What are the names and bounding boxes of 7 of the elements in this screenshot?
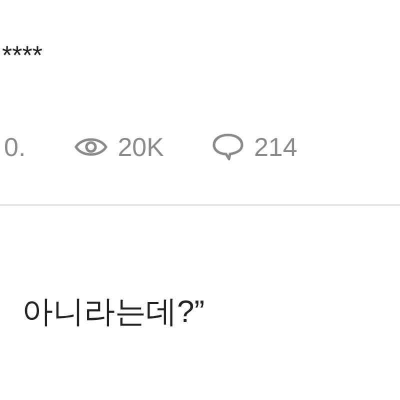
eye-icon <box>74 135 108 159</box>
speech-bubble-icon <box>212 133 244 161</box>
comment-count: 214 <box>254 130 298 164</box>
post-title: **** <box>1 40 44 70</box>
view-count: 20K <box>118 130 164 164</box>
body-text: 아니라는데?” <box>21 293 206 331</box>
post-date: 0. <box>4 130 26 164</box>
